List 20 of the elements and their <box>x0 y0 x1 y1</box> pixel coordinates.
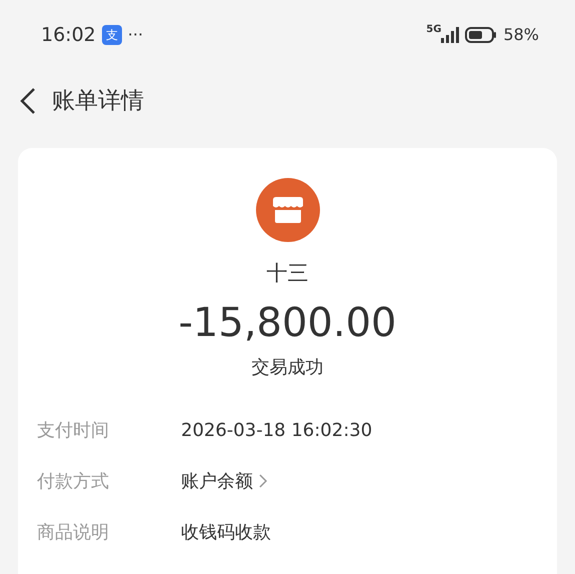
detail-label: 支付时间 <box>37 418 110 442</box>
detail-label: 商品说明 <box>37 520 110 544</box>
battery-percent: 58% <box>503 24 539 46</box>
chevron-icon <box>259 474 268 488</box>
network-label: 5G <box>426 25 442 35</box>
page-title: 账单详情 <box>52 86 144 116</box>
transaction-status: 交易成功 <box>252 356 324 380</box>
detail-value: 2026-03-18 16:02:30 <box>181 418 372 442</box>
status-time: 16:02 <box>41 22 96 48</box>
detail-link[interactable]: 账户余额 <box>181 468 268 494</box>
shop-icon <box>256 178 320 242</box>
detail-value: 收钱码收款 <box>181 520 271 544</box>
more-notifications: ··· <box>128 24 144 46</box>
signal-icon <box>441 26 460 44</box>
battery-icon <box>465 26 498 44</box>
merchant-name: 十三 <box>266 260 308 287</box>
back-icon[interactable] <box>18 87 38 115</box>
app-badge-icon: 支 <box>102 25 122 45</box>
amount: -15,800.00 <box>178 298 396 348</box>
detail-label: 付款方式 <box>37 470 110 494</box>
